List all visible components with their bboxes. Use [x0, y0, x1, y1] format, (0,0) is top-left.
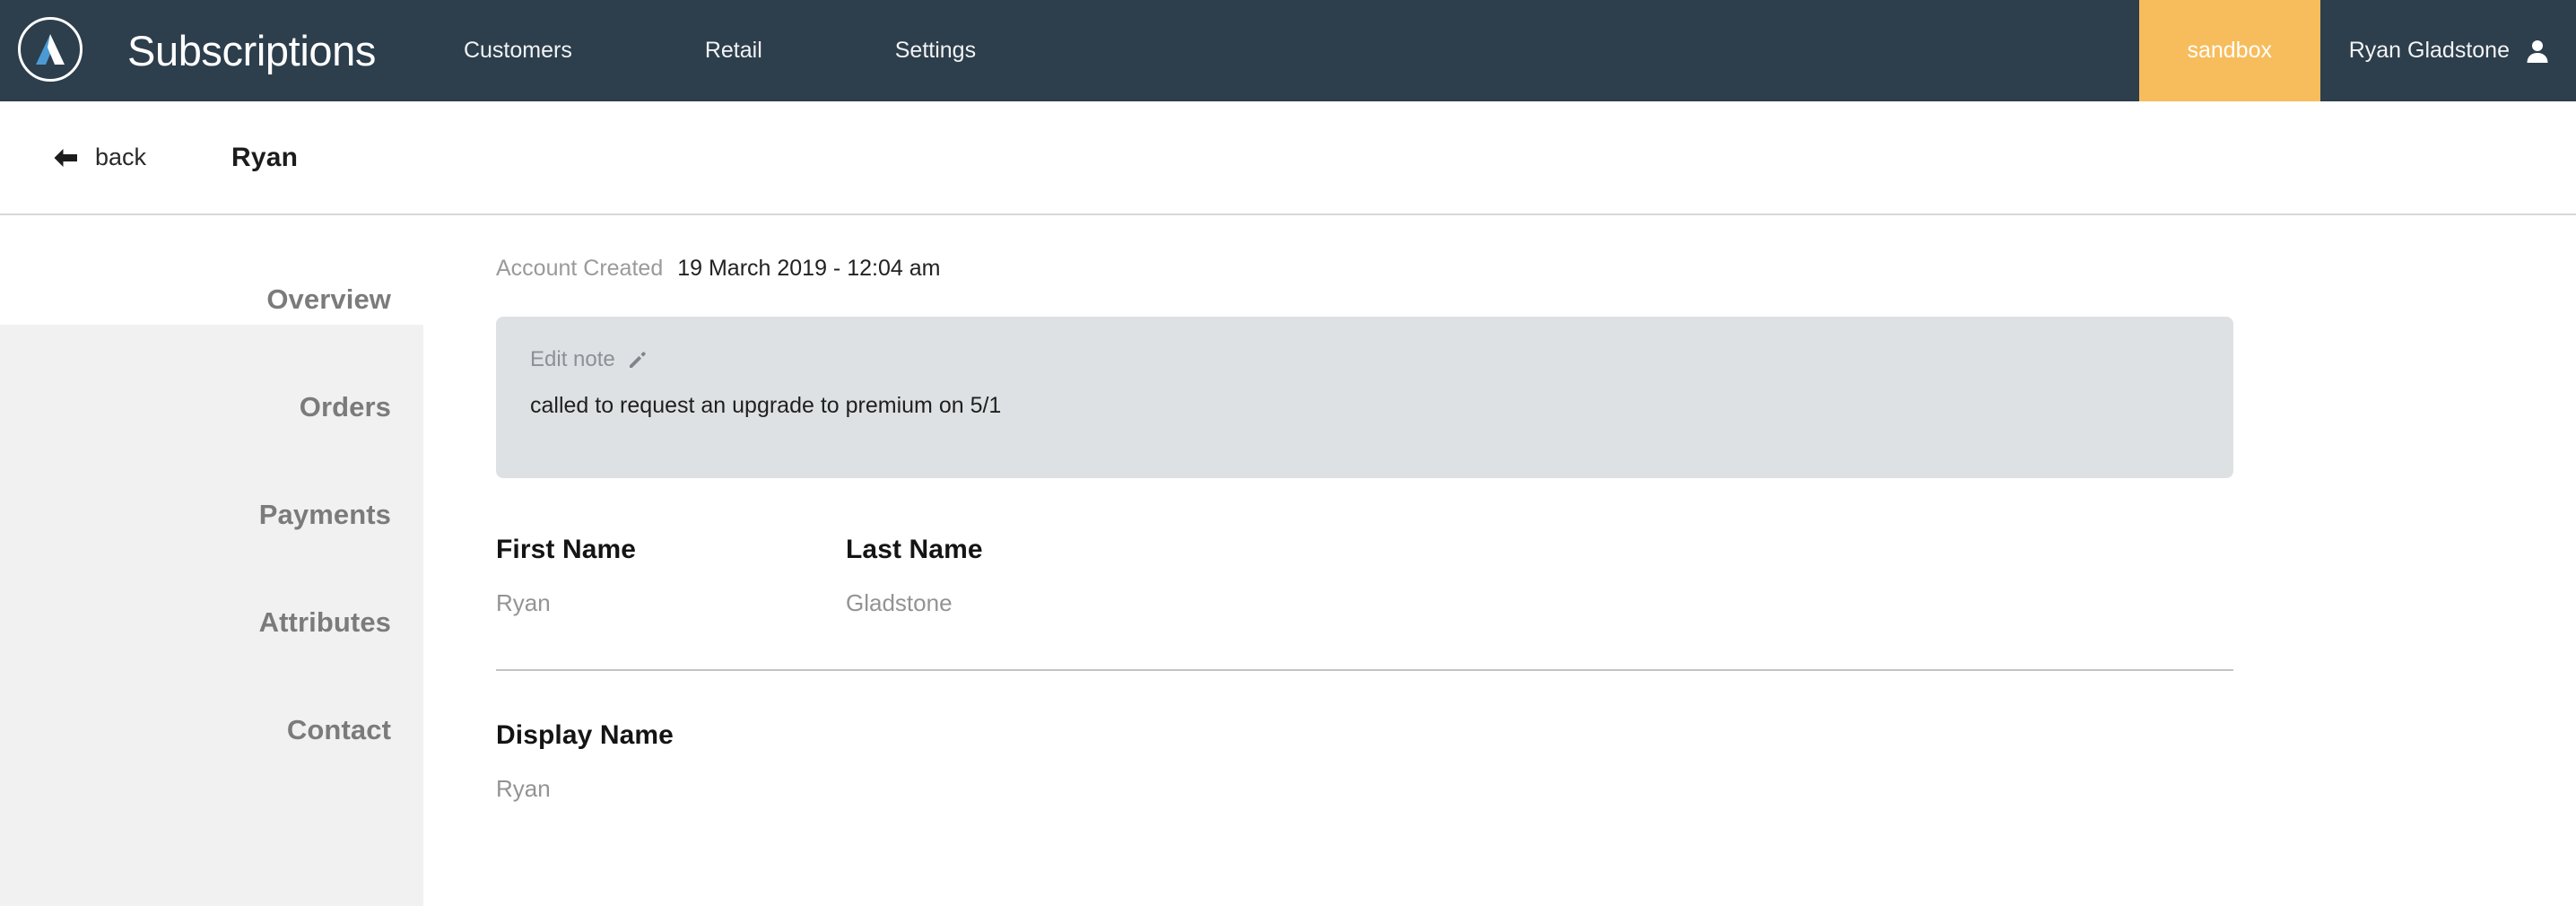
- note-card: Edit note called to request an upgrade t…: [496, 317, 2233, 478]
- section-divider: [496, 669, 2233, 671]
- user-avatar-icon: [2524, 38, 2551, 65]
- user-name-label: Ryan Gladstone: [2348, 38, 2510, 63]
- environment-badge[interactable]: sandbox: [2138, 0, 2320, 101]
- nav-link-retail[interactable]: Retail: [705, 38, 762, 64]
- main-content: Account Created 19 March 2019 - 12:04 am…: [423, 215, 2576, 906]
- first-name-value[interactable]: Ryan: [496, 589, 846, 617]
- back-button[interactable]: back: [52, 144, 146, 171]
- sub-header: back Ryan: [0, 101, 2576, 215]
- nav-link-customers[interactable]: Customers: [464, 38, 572, 64]
- first-name-label: First Name: [496, 535, 637, 564]
- display-name-value[interactable]: Ryan: [496, 775, 2576, 803]
- first-name-field: First Name Ryan: [496, 535, 846, 617]
- sidebar-item-payments[interactable]: Payments: [0, 461, 423, 569]
- primary-nav: Customers Retail Settings: [464, 38, 976, 64]
- navbar-right-group: sandbox Ryan Gladstone: [2138, 0, 2576, 101]
- last-name-field: Last Name Gladstone: [846, 535, 1196, 617]
- brand-title: Subscriptions: [127, 27, 376, 74]
- sidebar-item-label: Attributes: [258, 606, 391, 638]
- sidebar-item-label: Payments: [258, 499, 391, 530]
- nav-link-settings[interactable]: Settings: [895, 38, 976, 64]
- account-created-row: Account Created 19 March 2019 - 12:04 am: [496, 215, 2576, 282]
- edit-note-button[interactable]: Edit note: [530, 347, 651, 372]
- back-label: back: [95, 144, 147, 170]
- page-title: Ryan: [231, 142, 299, 172]
- sidebar-item-orders[interactable]: Orders: [0, 353, 423, 461]
- note-text: called to request an upgrade to premium …: [530, 393, 1002, 418]
- display-name-field: Display Name Ryan: [496, 720, 2576, 803]
- edit-note-label: Edit note: [530, 347, 615, 371]
- sidebar-item-label: Orders: [299, 391, 391, 423]
- user-menu[interactable]: Ryan Gladstone: [2320, 0, 2576, 101]
- display-name-label: Display Name: [496, 720, 674, 750]
- last-name-label: Last Name: [846, 535, 983, 564]
- pencil-icon: [627, 349, 648, 370]
- arrow-left-icon: [52, 147, 79, 169]
- sidebar-nav-list: Overview Orders Payments Attributes Cont…: [0, 215, 423, 784]
- sidebar-item-label: Contact: [286, 714, 391, 745]
- page-body: Overview Orders Payments Attributes Cont…: [0, 215, 2576, 906]
- sidebar-item-contact[interactable]: Contact: [0, 676, 423, 784]
- top-navbar: Subscriptions Customers Retail Settings …: [0, 0, 2576, 101]
- account-created-value: 19 March 2019 - 12:04 am: [677, 256, 941, 281]
- triangle-a-logo-icon[interactable]: [18, 16, 83, 82]
- last-name-value[interactable]: Gladstone: [846, 589, 1196, 617]
- account-created-label: Account Created: [496, 256, 664, 281]
- sidebar: Overview Orders Payments Attributes Cont…: [0, 215, 423, 906]
- name-fields-row: First Name Ryan Last Name Gladstone: [496, 535, 2576, 617]
- sidebar-item-overview[interactable]: Overview: [0, 246, 423, 353]
- sidebar-item-label: Overview: [266, 283, 391, 315]
- sidebar-item-attributes[interactable]: Attributes: [0, 569, 423, 676]
